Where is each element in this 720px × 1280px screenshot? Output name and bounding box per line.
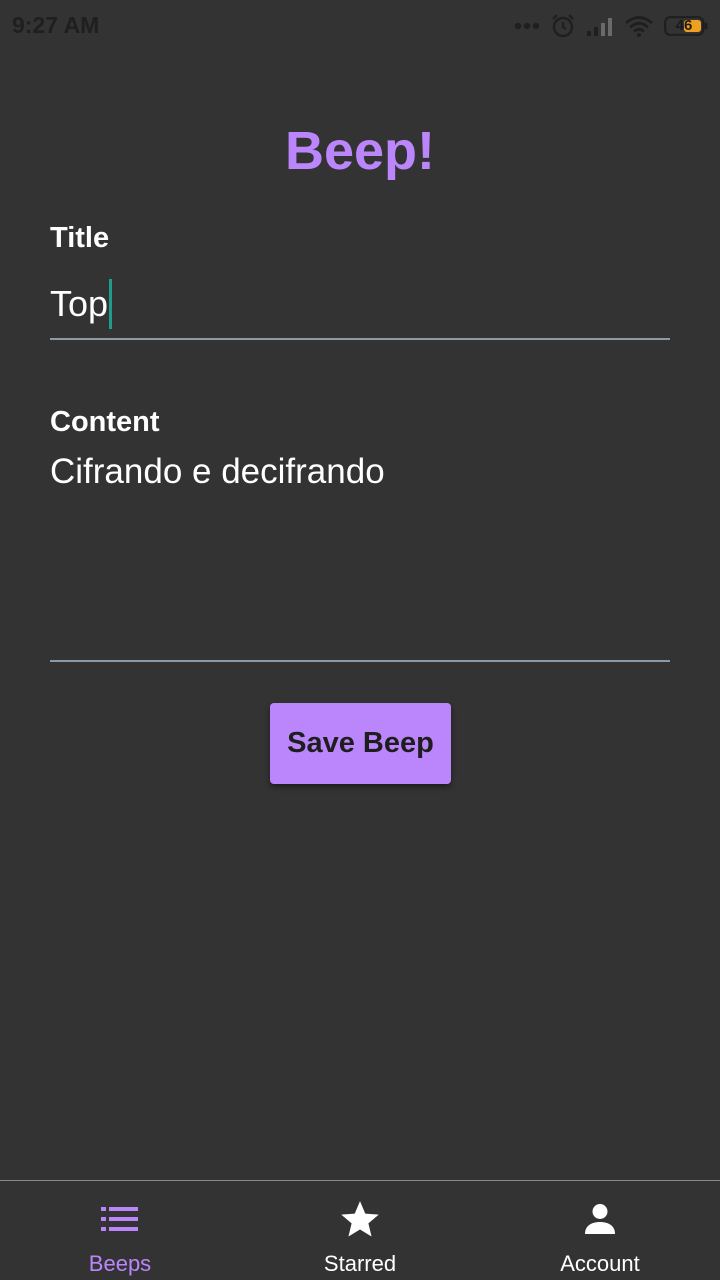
nav-label-account: Account xyxy=(560,1251,640,1276)
more-dots-icon xyxy=(514,22,540,30)
content-input[interactable]: Cifrando e decifrando xyxy=(50,450,385,494)
app-title: Beep! xyxy=(284,121,436,181)
nav-label-beeps: Beeps xyxy=(88,1251,152,1276)
content-label: Content xyxy=(50,406,160,438)
nav-item-beeps[interactable]: Beeps xyxy=(0,1181,240,1280)
title-input-value: Top xyxy=(50,283,109,324)
star-icon xyxy=(338,1197,382,1241)
list-icon xyxy=(98,1197,142,1241)
status-icons: 46 xyxy=(514,12,708,40)
person-icon xyxy=(578,1197,622,1241)
nav-label-starred: Starred xyxy=(323,1251,397,1276)
title-input[interactable]: Top xyxy=(50,279,113,329)
save-beep-button[interactable]: Save Beep xyxy=(270,703,451,784)
signal-icon xyxy=(586,15,614,37)
battery-level: 46 xyxy=(675,17,693,34)
status-time: 9:27 AM xyxy=(12,12,100,38)
bottom-nav: Beeps Starred Account xyxy=(0,1180,720,1280)
content-underline xyxy=(50,660,670,662)
nav-item-account[interactable]: Account xyxy=(480,1181,720,1280)
status-bar: 9:27 AM 46 xyxy=(0,0,720,52)
battery-icon: 46 xyxy=(664,16,708,36)
alarm-icon xyxy=(550,13,576,39)
nav-item-starred[interactable]: Starred xyxy=(240,1181,480,1280)
text-cursor xyxy=(109,279,113,329)
wifi-icon xyxy=(624,15,654,37)
title-label: Title xyxy=(50,222,110,254)
title-underline xyxy=(50,338,670,340)
beep-editor-screen: 9:27 AM 46 Beep! Title Top Content Cifra… xyxy=(0,0,720,1280)
